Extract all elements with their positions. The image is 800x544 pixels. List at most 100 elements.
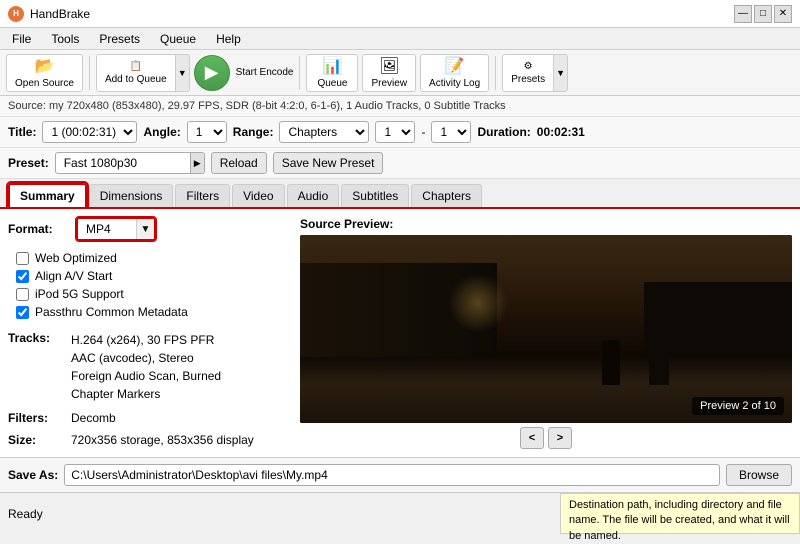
save-new-preset-button[interactable]: Save New Preset <box>273 152 384 174</box>
status-text: Ready <box>0 493 560 534</box>
open-source-label: Open Source <box>15 78 74 89</box>
queue-label: Queue <box>317 78 347 89</box>
filters-label: Filters: <box>8 411 63 425</box>
tab-audio[interactable]: Audio <box>287 184 340 207</box>
filters-row: Filters: Decomb <box>8 411 288 425</box>
tab-video[interactable]: Video <box>232 184 284 207</box>
format-arrow[interactable]: ▼ <box>136 219 154 239</box>
activity-log-icon: 📝 <box>445 56 465 76</box>
saveas-input[interactable] <box>64 464 720 486</box>
start-encode-button[interactable]: ▶ <box>194 55 230 91</box>
tracks-label: Tracks: <box>8 331 63 403</box>
tab-chapters[interactable]: Chapters <box>411 184 482 207</box>
queue-button[interactable]: 📊 Queue <box>306 54 358 92</box>
maximize-button[interactable]: □ <box>754 5 772 23</box>
web-optimized-label: Web Optimized <box>35 251 117 265</box>
preset-value: Fast 1080p30 <box>56 156 190 170</box>
separator3 <box>495 56 496 90</box>
range-type-select[interactable]: Chapters <box>279 121 369 143</box>
queue-icon: 📊 <box>323 56 343 76</box>
menubar: File Tools Presets Queue Help <box>0 28 800 50</box>
source-info-text: Source: my 720x480 (853x480), 29.97 FPS,… <box>8 100 506 112</box>
track-line-3: Foreign Audio Scan, Burned <box>71 367 221 385</box>
add-to-queue-icon: 📋 <box>130 61 142 72</box>
passthru-checkbox[interactable] <box>16 306 29 319</box>
angle-select[interactable]: 1 <box>187 121 227 143</box>
titlebar-left: H HandBrake <box>8 6 90 22</box>
app-logo: H <box>8 6 24 22</box>
menu-queue[interactable]: Queue <box>152 30 204 48</box>
range-end-select[interactable]: 1 <box>431 121 471 143</box>
size-section: Size: 720x356 storage, 853x356 display <box>8 433 288 447</box>
minimize-button[interactable]: — <box>734 5 752 23</box>
title-select[interactable]: 1 (00:02:31) <box>42 121 137 143</box>
preview-label: Preview <box>371 78 407 89</box>
track-line-1: H.264 (x264), 30 FPS PFR <box>71 331 221 349</box>
activity-log-button[interactable]: 📝 Activity Log <box>420 54 489 92</box>
track-line-2: AAC (avcodec), Stereo <box>71 349 221 367</box>
preview-image: Preview 2 of 10 <box>300 235 792 423</box>
preset-label: Preset: <box>8 156 49 170</box>
option-ipod: iPod 5G Support <box>16 287 288 301</box>
activity-log-label: Activity Log <box>429 78 480 89</box>
preset-arrow[interactable]: ▶ <box>190 153 204 173</box>
titlebar: H HandBrake — □ ✕ <box>0 0 800 28</box>
menu-tools[interactable]: Tools <box>43 30 87 48</box>
menu-file[interactable]: File <box>4 30 39 48</box>
preview-label: Source Preview: <box>300 217 792 231</box>
add-to-queue-main[interactable]: 📋 Add to Queue <box>97 55 175 91</box>
option-passthru: Passthru Common Metadata <box>16 305 288 319</box>
tab-subtitles[interactable]: Subtitles <box>341 184 409 207</box>
tooltip-box: Destination path, including directory an… <box>560 493 800 534</box>
format-row: Format: MP4 ▼ <box>8 217 288 241</box>
format-value: MP4 <box>78 222 136 236</box>
tab-dimensions[interactable]: Dimensions <box>89 184 174 207</box>
scene-light <box>448 273 508 333</box>
preview-button[interactable]: 🖼 Preview <box>362 54 416 92</box>
ipod-checkbox[interactable] <box>16 288 29 301</box>
presets-main[interactable]: ⚙ Presets <box>503 55 553 91</box>
main-content: Format: MP4 ▼ Web Optimized Align A/V St… <box>0 209 800 457</box>
source-info-bar: Source: my 720x480 (853x480), 29.97 FPS,… <box>0 96 800 117</box>
align-av-checkbox[interactable] <box>16 270 29 283</box>
web-optimized-checkbox[interactable] <box>16 252 29 265</box>
tab-summary[interactable]: Summary <box>8 183 87 207</box>
range-start-select[interactable]: 1 <box>375 121 415 143</box>
browse-button[interactable]: Browse <box>726 464 792 486</box>
separator2 <box>299 56 300 90</box>
align-av-label: Align A/V Start <box>35 269 112 283</box>
size-label: Size: <box>8 433 63 447</box>
preset-dropdown[interactable]: Fast 1080p30 ▶ <box>55 152 205 174</box>
reload-button[interactable]: Reload <box>211 152 267 174</box>
tracks-value: H.264 (x264), 30 FPS PFR AAC (avcodec), … <box>71 331 221 403</box>
window-controls[interactable]: — □ ✕ <box>734 5 792 23</box>
preset-row: Preset: Fast 1080p30 ▶ Reload Save New P… <box>0 148 800 179</box>
preview-prev-button[interactable]: < <box>520 427 544 449</box>
close-button[interactable]: ✕ <box>774 5 792 23</box>
menu-presets[interactable]: Presets <box>91 30 148 48</box>
menu-help[interactable]: Help <box>208 30 249 48</box>
title-row: Title: 1 (00:02:31) Angle: 1 Range: Chap… <box>0 117 800 148</box>
size-value: 720x356 storage, 853x356 display <box>71 433 254 447</box>
format-dropdown[interactable]: MP4 ▼ <box>76 217 156 241</box>
range-label: Range: <box>233 125 274 139</box>
presets-icon: ⚙ <box>524 61 533 72</box>
open-source-button[interactable]: 📂 Open Source <box>6 54 83 92</box>
scene-figure-2 <box>602 340 620 385</box>
tracks-section: Tracks: H.264 (x264), 30 FPS PFR AAC (av… <box>8 331 288 403</box>
add-to-queue-label: Add to Queue <box>105 74 167 85</box>
preview-panel: Source Preview: Preview 2 of 10 < > <box>300 217 792 449</box>
format-options: Web Optimized Align A/V Start iPod 5G Su… <box>16 251 288 319</box>
tracks-row: Tracks: H.264 (x264), 30 FPS PFR AAC (av… <box>8 331 288 403</box>
add-to-queue-button[interactable]: 📋 Add to Queue ▼ <box>96 54 190 92</box>
tab-filters[interactable]: Filters <box>175 184 230 207</box>
size-row: Size: 720x356 storage, 853x356 display <box>8 433 288 447</box>
presets-arrow[interactable]: ▼ <box>553 55 567 91</box>
track-line-4: Chapter Markers <box>71 385 221 403</box>
presets-button[interactable]: ⚙ Presets ▼ <box>502 54 568 92</box>
presets-label: Presets <box>511 74 545 85</box>
add-to-queue-arrow[interactable]: ▼ <box>175 55 189 91</box>
preview-next-button[interactable]: > <box>548 427 572 449</box>
toolbar: 📂 Open Source 📋 Add to Queue ▼ ▶ Start E… <box>0 50 800 96</box>
preview-icon: 🖼 <box>379 56 399 76</box>
